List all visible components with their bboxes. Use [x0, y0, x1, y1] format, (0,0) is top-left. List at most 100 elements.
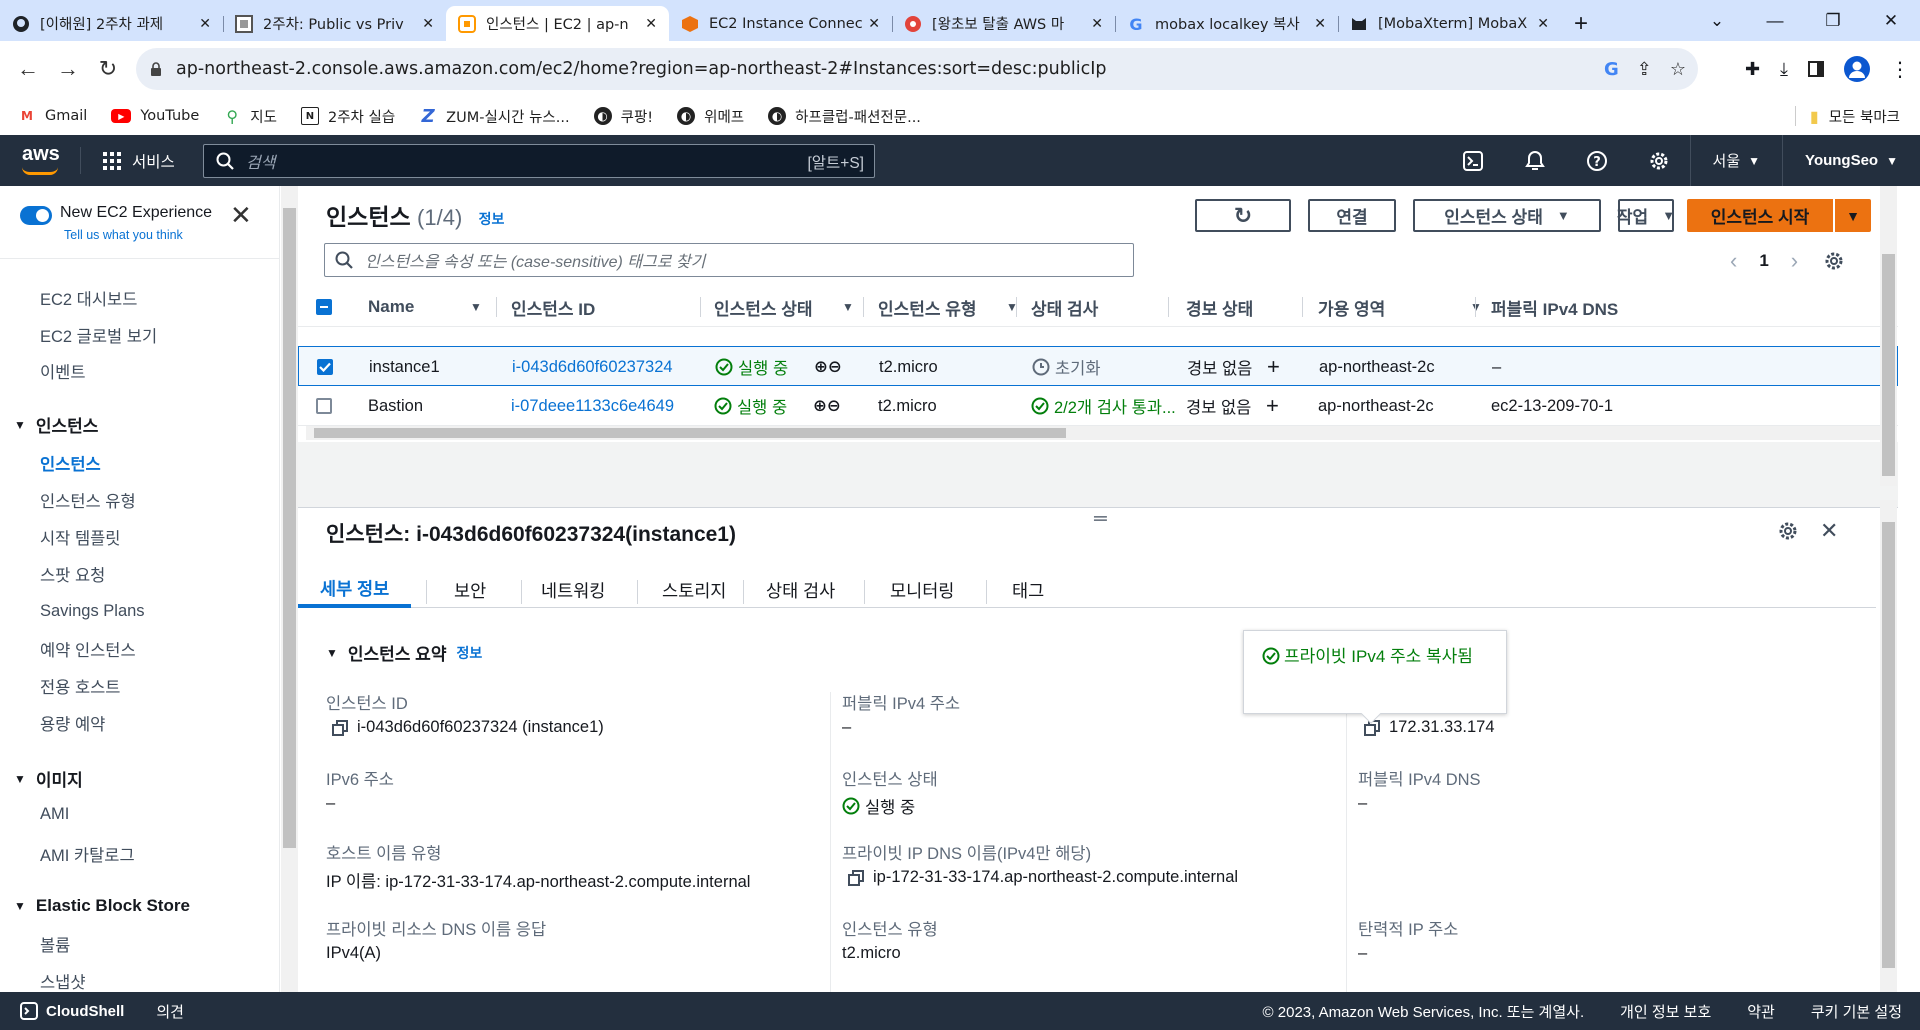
col-instance-id[interactable]: 인스턴스 ID — [511, 287, 595, 327]
scrollbar-thumb[interactable] — [1882, 254, 1895, 476]
refresh-button[interactable]: ↻ — [1195, 199, 1291, 232]
google-lens-icon[interactable]: G — [1604, 59, 1619, 80]
actions-button[interactable]: 작업 ▼ — [1617, 199, 1675, 232]
bookmark-halfclub[interactable]: ◐ 하프클럽-패션전문... — [768, 106, 921, 127]
split-panel-drag-handle[interactable]: ═ — [1094, 508, 1107, 529]
info-link[interactable]: 정보 — [456, 643, 482, 663]
close-icon[interactable]: ✕ — [868, 16, 880, 32]
region-selector[interactable]: 서울 ▼ — [1689, 135, 1783, 186]
close-icon[interactable]: ✕ — [645, 16, 657, 32]
browser-tab[interactable]: [이해원] 2주차 과제 ✕ — [0, 6, 223, 41]
row-checkbox[interactable] — [316, 398, 332, 414]
tab-tags[interactable]: 태그 — [1012, 572, 1044, 608]
feedback-link[interactable]: Tell us what you think — [64, 228, 183, 242]
maximize-icon[interactable]: ❐ — [1804, 11, 1862, 31]
instance-summary-header[interactable]: ▼ 인스턴스 요약 정보 — [326, 640, 482, 665]
zoom-in-icon[interactable]: ⊕ — [813, 396, 827, 416]
tab-security[interactable]: 보안 — [454, 572, 486, 608]
terms-link[interactable]: 약관 — [1747, 1001, 1775, 1022]
select-all-checkbox[interactable] — [316, 299, 332, 315]
browser-tab[interactable]: [MobaXterm] MobaX ✕ — [1338, 6, 1561, 41]
sidebar-item-volumes[interactable]: 볼륨 — [40, 932, 70, 956]
table-row[interactable]: instance1 i-043d6d60f60237324 실행 중 ⊕ ⊖ t2… — [298, 346, 1898, 386]
cell-instance-id[interactable]: i-07deee1133c6e4649 — [511, 386, 674, 426]
all-bookmarks[interactable]: ▮ 모든 북마크 — [1794, 97, 1900, 135]
aws-search-input[interactable]: 검색 [알트+S] — [203, 144, 875, 178]
launch-dropdown-button[interactable]: ▼ — [1835, 199, 1871, 232]
sidebar-item-spot-requests[interactable]: 스팟 요청 — [40, 562, 105, 586]
tab-monitoring[interactable]: 모니터링 — [890, 572, 954, 608]
tab-search-icon[interactable]: ⌄ — [1688, 11, 1746, 31]
copy-icon[interactable] — [332, 719, 348, 736]
menu-icon[interactable]: ⋮ — [1890, 57, 1910, 82]
sidebar-item-snapshots[interactable]: 스냅샷 — [40, 969, 86, 992]
privacy-link[interactable]: 개인 정보 보호 — [1620, 1001, 1711, 1022]
share-icon[interactable]: ⇪ — [1637, 59, 1652, 80]
browser-tab[interactable]: 2주차: Public vs Priv ✕ — [223, 6, 446, 41]
connect-button[interactable]: 연결 — [1308, 199, 1396, 232]
bookmark-maps[interactable]: ⚲ 지도 — [223, 106, 277, 127]
sidebar-item-capacity-reservations[interactable]: 용량 예약 — [40, 711, 105, 735]
scrollbar-thumb[interactable] — [283, 208, 296, 848]
services-button[interactable]: 서비스 — [102, 135, 175, 186]
help-icon[interactable]: ? — [1566, 150, 1628, 172]
tab-details[interactable]: 세부 정보 — [298, 572, 412, 608]
sidebar-item-ami-catalog[interactable]: AMI 카탈로그 — [40, 842, 135, 866]
close-window-icon[interactable]: ✕ — [1862, 11, 1920, 31]
extensions-icon[interactable]: ✚ — [1745, 59, 1760, 80]
close-icon[interactable]: ✕ — [1537, 16, 1549, 32]
settings-gear-icon[interactable] — [1824, 251, 1844, 271]
back-icon[interactable]: ← — [8, 56, 48, 82]
launch-instances-button[interactable]: 인스턴스 시작 — [1687, 199, 1833, 232]
cookie-preferences-link[interactable]: 쿠키 기본 설정 — [1811, 1001, 1902, 1022]
table-row[interactable]: Bastion i-07deee1133c6e4649 실행 중 ⊕ ⊖ t2.m… — [298, 386, 1898, 426]
bookmark-youtube[interactable]: ▶ YouTube — [111, 108, 199, 124]
bookmark-wemakeprice[interactable]: ◐ 위메프 — [677, 106, 744, 127]
sidebar-item-reserved-instances[interactable]: 예약 인스턴스 — [40, 637, 136, 661]
aws-logo[interactable]: aws — [22, 143, 60, 175]
check-text[interactable]: 2/2개 검사 통과... — [1054, 394, 1176, 418]
sidebar-scrollbar[interactable] — [281, 186, 298, 992]
profile-avatar[interactable] — [1844, 56, 1870, 82]
close-icon[interactable]: ✕ — [230, 200, 252, 231]
cell-instance-id[interactable]: i-043d6d60f60237324 — [512, 347, 673, 387]
instance-filter-input[interactable]: 인스턴스을 속성 또는 (case-sensitive) 태그로 찾기 — [324, 243, 1134, 277]
copy-icon[interactable] — [848, 869, 864, 886]
sidebar-item-global-view[interactable]: EC2 글로벌 보기 — [40, 323, 157, 347]
close-icon[interactable]: ✕ — [1314, 16, 1326, 32]
sidebar-item-dashboard[interactable]: EC2 대시보드 — [40, 286, 137, 310]
sidepanel-icon[interactable] — [1808, 61, 1824, 77]
details-scrollbar[interactable] — [1880, 500, 1897, 992]
col-instance-type[interactable]: 인스턴스 유형 ▼ — [878, 287, 1018, 327]
bookmark-notion[interactable]: N 2주차 실습 — [300, 106, 395, 127]
bookmark-star-icon[interactable]: ☆ — [1670, 59, 1686, 80]
chevron-left-icon[interactable]: ‹ — [1730, 248, 1737, 274]
page-number[interactable]: 1 — [1759, 251, 1768, 271]
zoom-in-icon[interactable]: ⊕ — [814, 357, 828, 377]
minimize-icon[interactable]: — — [1746, 11, 1804, 31]
browser-tab[interactable]: [왕초보 탈출 AWS 마 ✕ — [892, 6, 1115, 41]
table-horizontal-scrollbar[interactable] — [306, 426, 1886, 440]
forward-icon[interactable]: → — [48, 56, 88, 82]
close-icon[interactable]: ✕ — [422, 16, 434, 32]
reload-icon[interactable]: ↻ — [88, 56, 128, 82]
row-checkbox[interactable] — [317, 359, 333, 375]
sidebar-item-instances[interactable]: 인스턴스 — [40, 451, 101, 475]
chevron-right-icon[interactable]: › — [1791, 248, 1798, 274]
col-alarm-status[interactable]: 경보 상태 — [1186, 287, 1253, 327]
sidebar-section-ebs[interactable]: ▼ Elastic Block Store — [14, 896, 190, 916]
instance-state-button[interactable]: 인스턴스 상태 ▼ — [1413, 199, 1601, 232]
settings-gear-icon[interactable] — [1778, 521, 1798, 541]
col-public-dns[interactable]: 퍼블릭 IPv4 DNS — [1491, 287, 1618, 327]
zoom-out-icon[interactable]: ⊖ — [828, 357, 842, 377]
new-ec2-experience-toggle[interactable] — [20, 206, 52, 225]
col-name[interactable]: Name ▼ — [368, 287, 482, 327]
add-alarm-icon[interactable]: + — [1266, 386, 1279, 426]
close-icon[interactable]: ✕ — [199, 16, 211, 32]
sidebar-section-images[interactable]: ▼ 이미지 — [14, 766, 83, 791]
tab-status-checks[interactable]: 상태 검사 — [766, 572, 835, 608]
browser-tab[interactable]: EC2 Instance Connec ✕ — [669, 6, 892, 41]
bookmark-zum[interactable]: Z ZUM-실시간 뉴스... — [419, 106, 570, 127]
add-alarm-icon[interactable]: + — [1267, 347, 1280, 387]
sidebar-section-instances[interactable]: ▼ 인스턴스 — [14, 412, 98, 437]
